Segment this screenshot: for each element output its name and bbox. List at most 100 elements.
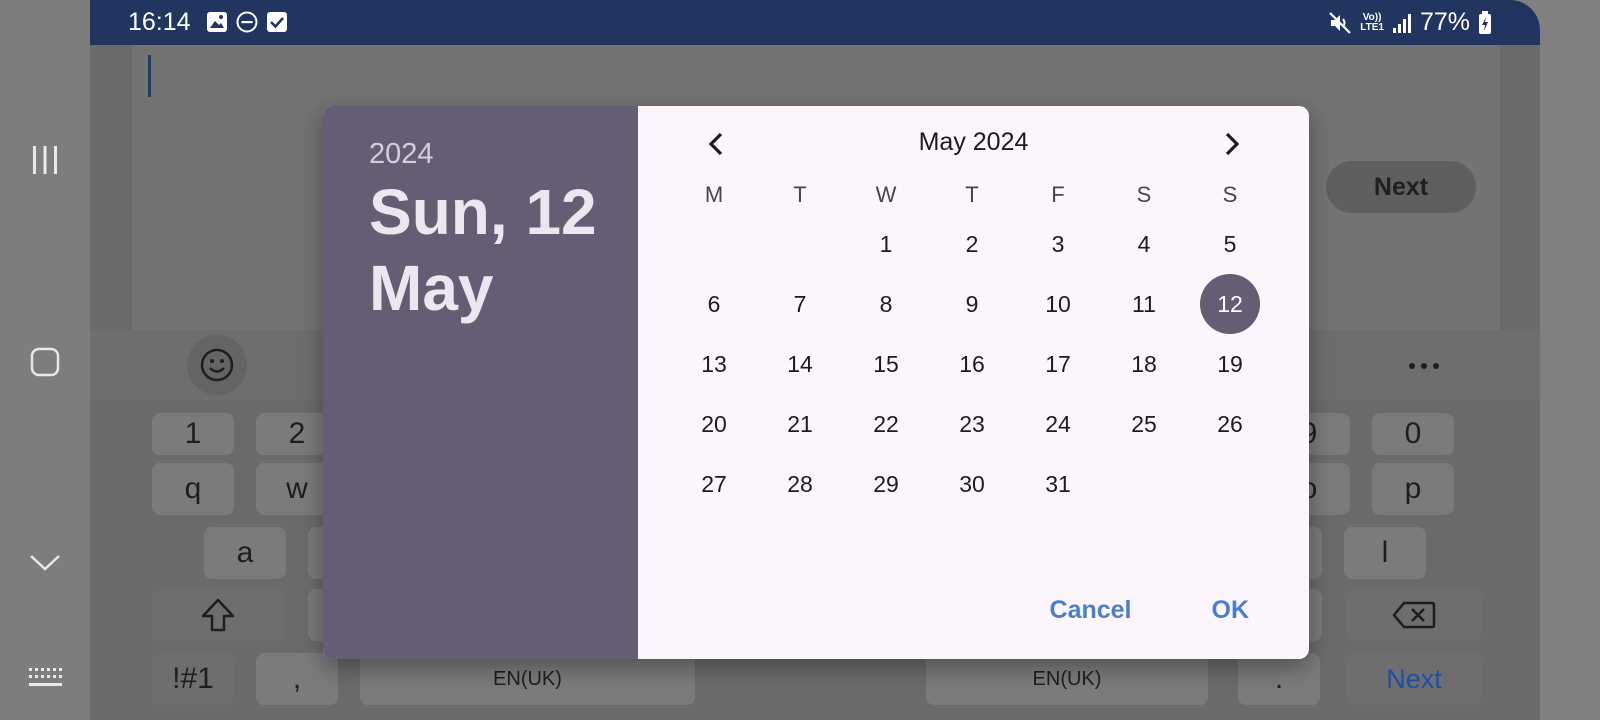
symbols-key[interactable]: !#1 bbox=[152, 653, 234, 705]
space-key-left[interactable]: EN(UK) bbox=[360, 653, 695, 705]
calendar-day[interactable]: 1 bbox=[843, 214, 929, 274]
day-number: 23 bbox=[959, 410, 985, 437]
day-number: 24 bbox=[1045, 410, 1071, 437]
date-picker-header: 2024 Sun, 12 May bbox=[323, 106, 638, 659]
calendar-day[interactable]: 16 bbox=[929, 334, 1015, 394]
calendar-day[interactable]: 30 bbox=[929, 454, 1015, 514]
more-options-button[interactable] bbox=[1402, 344, 1446, 388]
battery-percent: 77% bbox=[1419, 8, 1470, 36]
space-key-right[interactable]: EN(UK) bbox=[926, 653, 1208, 705]
empty-day-cell bbox=[757, 214, 843, 274]
year-label[interactable]: 2024 bbox=[369, 138, 434, 171]
calendar-day[interactable]: 23 bbox=[929, 394, 1015, 454]
day-number: 7 bbox=[793, 290, 807, 317]
calendar-day[interactable]: 7 bbox=[757, 274, 843, 334]
shift-icon bbox=[201, 598, 235, 632]
calendar-day[interactable]: 10 bbox=[1015, 274, 1101, 334]
month-title: May 2024 bbox=[918, 128, 1029, 156]
calendar-day[interactable]: 17 bbox=[1015, 334, 1101, 394]
day-number: 4 bbox=[1137, 230, 1151, 257]
weekday-label: W bbox=[875, 182, 897, 207]
next-month-button[interactable] bbox=[1210, 122, 1254, 166]
status-time: 16:14 bbox=[128, 8, 191, 36]
emoji-icon bbox=[200, 348, 234, 382]
back-button[interactable] bbox=[25, 542, 65, 582]
backspace-key[interactable] bbox=[1346, 589, 1482, 641]
signal-icon bbox=[1392, 13, 1411, 33]
ok-button[interactable]: OK bbox=[1212, 596, 1250, 625]
weekday-label: M bbox=[704, 182, 724, 207]
key-q[interactable]: q bbox=[152, 463, 234, 515]
day-number: 26 bbox=[1217, 410, 1243, 437]
calendar-day[interactable]: 20 bbox=[671, 394, 757, 454]
calendar-day[interactable]: 29 bbox=[843, 454, 929, 514]
cancel-button[interactable]: Cancel bbox=[1050, 596, 1132, 625]
day-number: 29 bbox=[873, 470, 899, 497]
calendar-day[interactable]: 6 bbox=[671, 274, 757, 334]
key-p[interactable]: p bbox=[1372, 463, 1454, 515]
battery-icon bbox=[1479, 10, 1491, 34]
navigation-bar bbox=[0, 0, 90, 720]
day-number: 18 bbox=[1131, 350, 1157, 377]
calendar-day[interactable]: 19 bbox=[1187, 334, 1273, 394]
recents-icon bbox=[33, 146, 57, 174]
previous-month-button[interactable] bbox=[694, 122, 738, 166]
calendar-day[interactable]: 27 bbox=[671, 454, 757, 514]
day-number: 12 bbox=[1200, 274, 1260, 334]
weekday-label: S bbox=[1222, 182, 1238, 207]
day-number: 20 bbox=[701, 410, 727, 437]
calendar-day[interactable]: 8 bbox=[843, 274, 929, 334]
calendar-day[interactable]: 13 bbox=[671, 334, 757, 394]
day-number: 5 bbox=[1223, 230, 1237, 257]
calendar: May 2024 M T W T F S S 1 2 3 4 5 6 7 8 9 10 11 bbox=[638, 106, 1309, 659]
do-not-disturb-icon bbox=[236, 11, 258, 33]
keyboard-switch-button[interactable] bbox=[25, 658, 65, 698]
calendar-day[interactable]: 4 bbox=[1101, 214, 1187, 274]
weekday-label: S bbox=[1136, 182, 1152, 207]
day-number: 28 bbox=[787, 470, 813, 497]
key-l[interactable]: l bbox=[1344, 527, 1426, 579]
emoji-button[interactable] bbox=[187, 335, 247, 395]
calendar-day[interactable]: 5 bbox=[1187, 214, 1273, 274]
next-button[interactable]: Next bbox=[1326, 161, 1476, 213]
calendar-day[interactable]: 24 bbox=[1015, 394, 1101, 454]
calendar-day[interactable]: 11 bbox=[1101, 274, 1187, 334]
calendar-day[interactable]: 28 bbox=[757, 454, 843, 514]
keyboard-icon bbox=[29, 668, 62, 686]
calendar-day[interactable]: 15 bbox=[843, 334, 929, 394]
key-a[interactable]: a bbox=[204, 527, 286, 579]
weekday-label: F bbox=[1051, 182, 1065, 207]
chevron-left-icon bbox=[708, 132, 723, 156]
home-button[interactable] bbox=[25, 342, 65, 382]
day-number: 19 bbox=[1217, 350, 1243, 377]
key-1[interactable]: 1 bbox=[152, 413, 234, 455]
day-number: 25 bbox=[1131, 410, 1157, 437]
calendar-day[interactable]: 2 bbox=[929, 214, 1015, 274]
calendar-day[interactable]: 22 bbox=[843, 394, 929, 454]
calendar-day[interactable]: 21 bbox=[757, 394, 843, 454]
lte-indicator: Vo)) LTE1 bbox=[1360, 11, 1384, 33]
day-number: 13 bbox=[701, 350, 727, 377]
calendar-day[interactable]: 3 bbox=[1015, 214, 1101, 274]
day-number: 30 bbox=[959, 470, 985, 497]
shift-key[interactable] bbox=[152, 589, 284, 641]
checkbox-icon bbox=[267, 12, 287, 32]
day-number: 15 bbox=[873, 350, 899, 377]
selected-day[interactable]: 12 bbox=[1187, 274, 1273, 334]
selected-date-label: Sun, 12 May bbox=[369, 176, 597, 324]
recents-button[interactable] bbox=[25, 140, 65, 180]
comma-key[interactable]: , bbox=[256, 653, 338, 705]
calendar-day[interactable]: 9 bbox=[929, 274, 1015, 334]
key-0[interactable]: 0 bbox=[1372, 413, 1454, 455]
period-key[interactable]: . bbox=[1238, 653, 1320, 705]
date-picker-dialog: 2024 Sun, 12 May May 2024 M T W T F S S … bbox=[323, 106, 1309, 659]
dialog-actions: Cancel OK bbox=[1050, 596, 1249, 625]
calendar-day[interactable]: 14 bbox=[757, 334, 843, 394]
calendar-day[interactable]: 18 bbox=[1101, 334, 1187, 394]
day-number: 31 bbox=[1045, 470, 1071, 497]
calendar-day[interactable]: 31 bbox=[1015, 454, 1101, 514]
calendar-day[interactable]: 26 bbox=[1187, 394, 1273, 454]
day-number: 22 bbox=[873, 410, 899, 437]
calendar-day[interactable]: 25 bbox=[1101, 394, 1187, 454]
next-key[interactable]: Next bbox=[1346, 653, 1482, 705]
